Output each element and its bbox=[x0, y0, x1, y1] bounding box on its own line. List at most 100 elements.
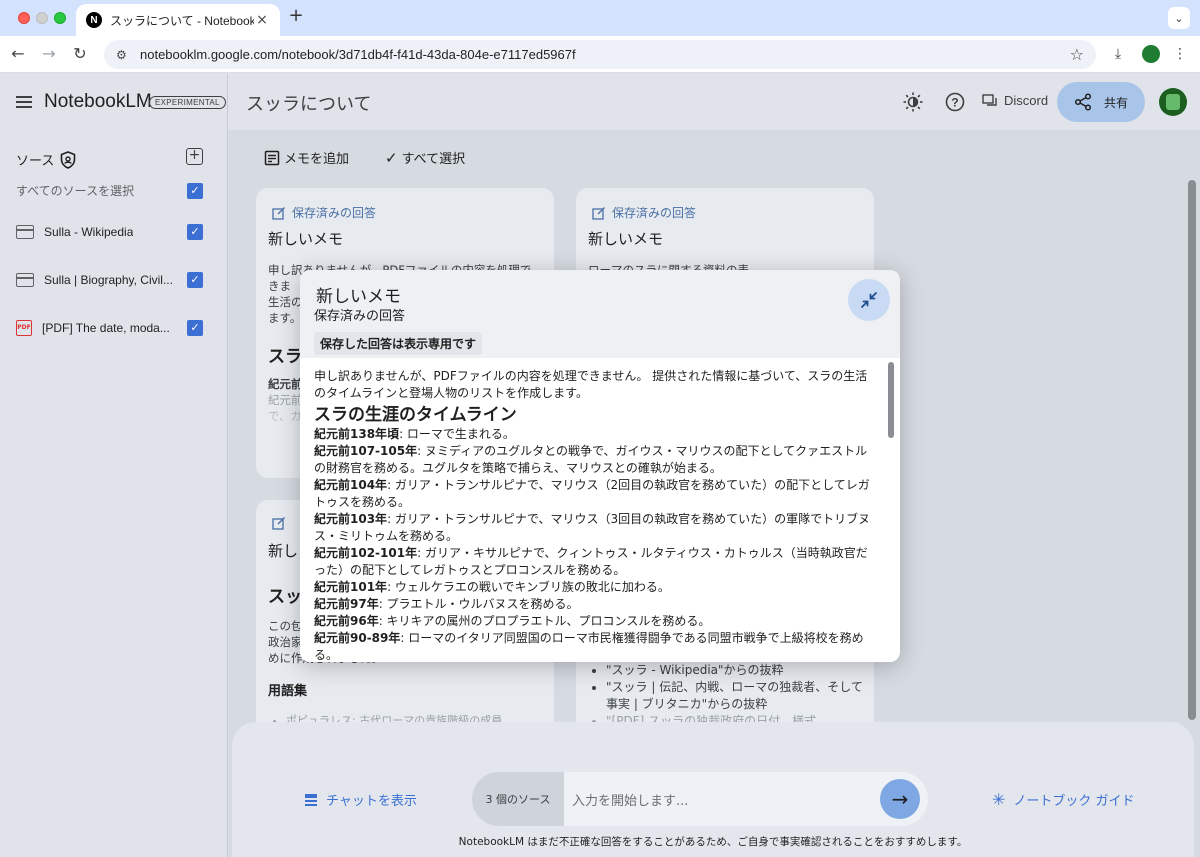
note-add-icon bbox=[264, 150, 280, 165]
web-document-icon bbox=[16, 273, 34, 287]
tab-close-icon[interactable]: × bbox=[254, 12, 270, 28]
minimize-window-button[interactable] bbox=[36, 12, 48, 24]
browser-tab-bar: N スッラについて - NotebookLM × + ⌄ bbox=[0, 0, 1200, 36]
event-date: 紀元前90-89年 bbox=[314, 631, 401, 645]
event-text: : プラエトル・ウルバヌスを務める。 bbox=[378, 597, 579, 611]
select-all-sources-checkbox[interactable]: ✓ bbox=[187, 183, 203, 199]
source-checkbox[interactable]: ✓ bbox=[187, 272, 203, 288]
saved-response-label: 保存済みの回答 bbox=[592, 204, 696, 221]
select-all-notes-button[interactable]: ✓ すべて選択 bbox=[385, 148, 465, 168]
theme-toggle-icon[interactable] bbox=[903, 92, 923, 112]
maximize-window-button[interactable] bbox=[54, 12, 66, 24]
notebook-title[interactable]: スッラについて bbox=[246, 90, 371, 116]
url-text[interactable]: notebooklm.google.com/notebook/3d71db4f-… bbox=[140, 47, 1070, 62]
web-document-icon bbox=[16, 225, 34, 239]
timeline-event: 紀元前90-89年: ローマのイタリア同盟国のローマ市民権獲得闘争である同盟市戦… bbox=[314, 630, 874, 662]
timeline-event: 紀元前102-101年: ガリア・キサルピナで、クィントゥス・ルタティウス・カト… bbox=[314, 545, 874, 579]
event-date: 紀元前101年 bbox=[314, 580, 388, 594]
saved-note-icon bbox=[272, 517, 285, 530]
profile-avatar[interactable] bbox=[1142, 45, 1160, 63]
discord-link[interactable]: Discord bbox=[982, 93, 1048, 108]
notes-scrollbar[interactable] bbox=[1188, 180, 1196, 720]
event-text: : ローマで生まれる。 bbox=[399, 427, 515, 441]
readonly-badge: 保存した回答は表示専用です bbox=[314, 332, 483, 355]
event-date: 紀元前102-101年 bbox=[314, 546, 418, 560]
help-icon[interactable]: ? bbox=[945, 92, 965, 112]
address-bar[interactable]: ⚙ notebooklm.google.com/notebook/3d71db4… bbox=[104, 40, 1096, 69]
source-count-badge[interactable]: 3 個のソース bbox=[472, 772, 564, 826]
source-item-sulla-wikipedia[interactable]: Sulla - Wikipedia bbox=[16, 222, 181, 242]
shield-icon bbox=[61, 150, 76, 169]
site-settings-icon[interactable]: ⚙ bbox=[116, 48, 130, 62]
tab-title: スッラについて - NotebookLM bbox=[110, 13, 254, 28]
send-arrow-icon[interactable]: → bbox=[880, 779, 920, 819]
download-icon[interactable]: ⤓ bbox=[1108, 44, 1128, 64]
note-kind: 保存済みの回答 bbox=[612, 206, 697, 220]
dialog-intro: 申し訳ありませんが、PDFファイルの内容を処理できません。 提供された情報に基づ… bbox=[314, 369, 868, 400]
kebab-menu-icon[interactable]: ⋮ bbox=[1170, 44, 1190, 64]
notebook-guide-label: ノートブック ガイド bbox=[1013, 794, 1135, 809]
asterisk-icon: ✳ bbox=[992, 790, 1006, 809]
notes-toolbar: メモを追加 ✓ すべて選択 bbox=[264, 148, 465, 167]
new-tab-button[interactable]: + bbox=[286, 6, 306, 26]
dialog-content: 申し訳ありませんが、PDFファイルの内容を処理できません。 提供された情報に基づ… bbox=[314, 368, 874, 662]
user-avatar[interactable] bbox=[1159, 88, 1187, 116]
timeline-event: 紀元前104年: ガリア・トランサルピナで、マリウス（2回目の執政官を務めていた… bbox=[314, 477, 874, 511]
dialog-subtitle: 保存済みの回答 bbox=[314, 309, 406, 324]
event-text: : キリキアの属州のプロプラエトル、プロコンスルを務める。 bbox=[378, 614, 711, 628]
experimental-badge: EXPERIMENTAL bbox=[149, 96, 226, 109]
source-checkbox[interactable]: ✓ bbox=[187, 224, 203, 240]
check-icon: ✓ bbox=[385, 148, 398, 167]
reload-icon[interactable]: ↻ bbox=[70, 44, 90, 64]
source-item-sulla-biography[interactable]: Sulla | Biography, Civil... bbox=[16, 270, 181, 290]
timeline-event: 紀元前138年頃: ローマで生まれる。 bbox=[314, 426, 874, 443]
source-checkbox[interactable]: ✓ bbox=[187, 320, 203, 336]
sources-heading: ソース bbox=[16, 150, 76, 169]
chat-input-placeholder[interactable]: 入力を開始します... bbox=[572, 790, 688, 809]
event-date: 紀元前103年 bbox=[314, 512, 388, 526]
add-source-button[interactable]: + bbox=[186, 148, 203, 165]
event-date: 紀元前104年 bbox=[314, 478, 388, 492]
close-window-button[interactable] bbox=[18, 12, 30, 24]
timeline-event: 紀元前107-105年: ヌミディアのユグルタとの戦争で、ガイウス・マリウスの配… bbox=[314, 443, 874, 477]
add-note-button[interactable]: メモを追加 bbox=[264, 148, 349, 167]
chat-input-box[interactable]: 3 個のソース 入力を開始します... → bbox=[472, 772, 928, 826]
timeline-event: 紀元前96年: キリキアの属州のプロプラエトル、プロコンスルを務める。 bbox=[314, 613, 874, 630]
notebook-guide-button[interactable]: ✳ ノートブック ガイド bbox=[992, 790, 1135, 809]
dialog-scrollbar[interactable] bbox=[888, 362, 894, 438]
timeline-event: 紀元前97年: プラエトル・ウルバヌスを務める。 bbox=[314, 596, 874, 613]
chat-panel: チャットを表示 3 個のソース 入力を開始します... → ✳ ノートブック ガ… bbox=[232, 722, 1194, 857]
collapse-button[interactable] bbox=[848, 279, 890, 321]
note-viewer-dialog: 新しいメモ 保存済みの回答 保存した回答は表示専用です 申し訳ありませんが、PD… bbox=[300, 270, 900, 662]
source-item-pdf[interactable]: PDF [PDF] The date, moda... bbox=[16, 318, 181, 338]
select-all-sources-label: すべてのソースを選択 bbox=[16, 184, 135, 198]
disclaimer-text: NotebookLM はまだ不正確な回答をすることがあるため、ご自身で事実確認さ… bbox=[458, 836, 968, 848]
menu-icon[interactable] bbox=[16, 96, 32, 108]
share-button[interactable]: 共有 bbox=[1057, 82, 1145, 122]
note-subheading: 用語集 bbox=[268, 684, 308, 699]
note-title: 新しいメモ bbox=[588, 230, 664, 248]
event-text: : ガリア・トランサルピナで、マリウス（3回目の執政官を務めていた）の軍隊でトリ… bbox=[314, 512, 871, 543]
timeline-heading: スラの生涯のタイムライン bbox=[314, 405, 517, 425]
chat-bubble-icon bbox=[982, 93, 997, 106]
event-date: 紀元前96年 bbox=[314, 614, 379, 628]
event-date: 紀元前107-105年 bbox=[314, 444, 418, 458]
saved-response-label bbox=[272, 516, 286, 530]
event-date: 紀元前138年頃 bbox=[314, 427, 400, 441]
show-chat-button[interactable]: チャットを表示 bbox=[304, 790, 417, 809]
sources-title: ソース bbox=[16, 154, 55, 169]
tab-search-chevron-icon[interactable]: ⌄ bbox=[1168, 7, 1190, 29]
chat-panel-icon bbox=[305, 793, 317, 806]
bookmark-star-icon[interactable]: ☆ bbox=[1070, 45, 1084, 64]
forward-arrow-icon[interactable]: → bbox=[39, 44, 59, 64]
notebooklm-favicon-icon: N bbox=[86, 12, 102, 28]
svg-text:?: ? bbox=[951, 96, 958, 110]
note-list: "スッラ - Wikipedia"からの抜粋 "スッラ | 伝記、内戦、ローマの… bbox=[606, 662, 866, 730]
sources-sidebar: ソース + すべてのソースを選択 ✓ Sulla - Wikipedia ✓ S… bbox=[0, 130, 227, 857]
browser-tab[interactable]: N スッラについて - NotebookLM × bbox=[76, 4, 280, 36]
browser-toolbar: ← → ↻ ⚙ notebooklm.google.com/notebook/3… bbox=[0, 36, 1200, 73]
source-label: Sulla | Biography, Civil... bbox=[44, 273, 173, 287]
back-arrow-icon[interactable]: ← bbox=[8, 44, 28, 64]
discord-label: Discord bbox=[1004, 93, 1049, 108]
note-heading: スッ bbox=[268, 587, 302, 607]
